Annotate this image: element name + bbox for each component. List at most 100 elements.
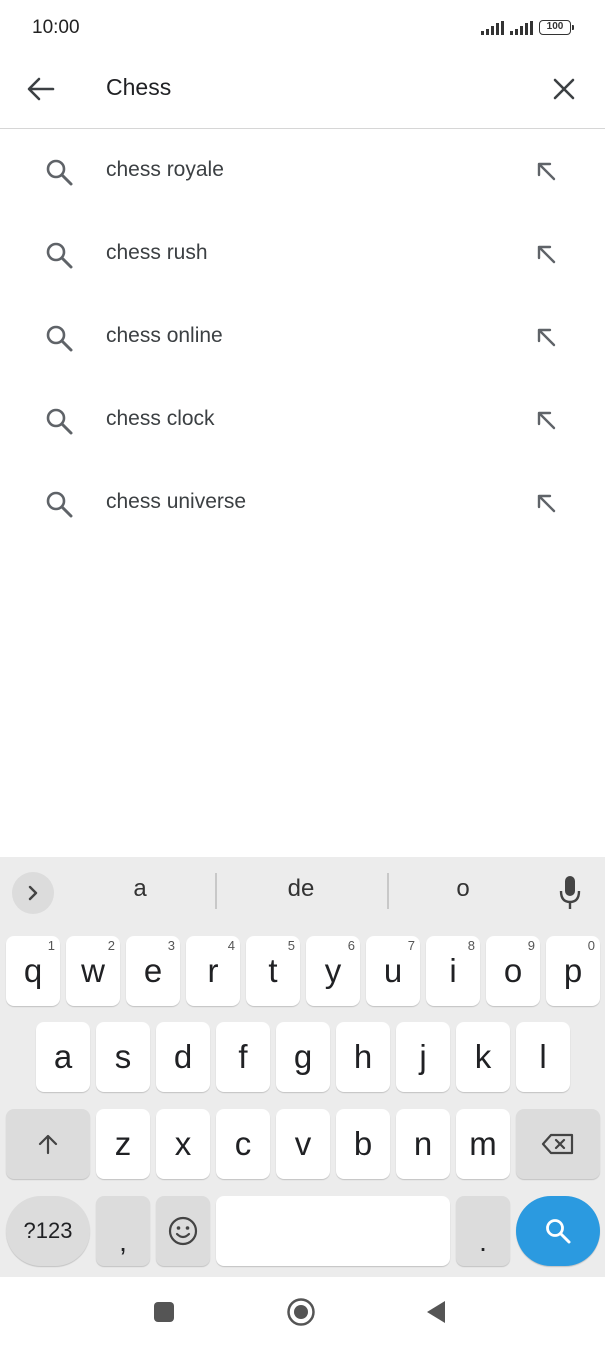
key-y[interactable]: y6 xyxy=(306,936,360,1006)
key-label: w xyxy=(81,952,105,989)
back-triangle-icon[interactable] xyxy=(421,1297,451,1327)
key-l[interactable]: l xyxy=(516,1022,570,1092)
key-v[interactable]: v xyxy=(276,1109,330,1179)
key-label: t xyxy=(268,952,278,989)
arrow-up-left-icon[interactable] xyxy=(530,238,562,270)
search-icon xyxy=(46,408,73,435)
word-suggestion[interactable]: de xyxy=(221,875,381,903)
key-hint: 1 xyxy=(47,938,55,953)
key-label: e xyxy=(143,952,163,989)
arrow-left-icon[interactable] xyxy=(24,72,58,106)
key-label: f xyxy=(238,1038,248,1075)
word-suggestion[interactable]: a xyxy=(60,875,220,903)
key-j[interactable]: j xyxy=(396,1022,450,1092)
key-m[interactable]: m xyxy=(456,1109,510,1179)
key-label: m xyxy=(469,1125,497,1162)
key-hint: 0 xyxy=(587,938,595,953)
key-u[interactable]: u7 xyxy=(366,936,420,1006)
key-i[interactable]: i8 xyxy=(426,936,480,1006)
key-label: u xyxy=(383,952,403,989)
key-e[interactable]: e3 xyxy=(126,936,180,1006)
close-icon[interactable] xyxy=(547,72,581,106)
backspace-key[interactable] xyxy=(516,1109,600,1179)
period-key[interactable]: . xyxy=(456,1196,510,1266)
word-suggestion[interactable]: o xyxy=(383,875,543,903)
key-h[interactable]: h xyxy=(336,1022,390,1092)
key-b[interactable]: b xyxy=(336,1109,390,1179)
recents-square-icon[interactable] xyxy=(149,1297,179,1327)
home-circle-icon[interactable] xyxy=(286,1297,316,1327)
status-bar: 10:00 100 xyxy=(0,0,605,58)
key-f[interactable]: f xyxy=(216,1022,270,1092)
keyboard-toolbar: a de o xyxy=(0,857,605,929)
suggestion-item[interactable]: chess rush xyxy=(0,213,605,296)
key-label: , xyxy=(119,1226,127,1257)
key-label: . xyxy=(479,1226,487,1257)
suggestion-label: chess clock xyxy=(106,407,215,430)
status-time: 10:00 xyxy=(32,17,80,38)
key-w[interactable]: w2 xyxy=(66,936,120,1006)
suggestion-label: chess royale xyxy=(106,158,224,181)
key-z[interactable]: z xyxy=(96,1109,150,1179)
key-label: o xyxy=(503,952,523,989)
suggestion-item[interactable]: chess online xyxy=(0,296,605,379)
key-k[interactable]: k xyxy=(456,1022,510,1092)
suggestion-item[interactable]: chess universe xyxy=(0,462,605,545)
emoji-key[interactable] xyxy=(156,1196,210,1266)
suggestion-label: chess universe xyxy=(106,490,247,513)
key-label: c xyxy=(234,1125,252,1162)
key-label: ?123 xyxy=(23,1218,73,1243)
arrow-up-left-icon[interactable] xyxy=(530,155,562,187)
key-label: n xyxy=(413,1125,433,1162)
suggestion-label: chess online xyxy=(106,324,223,347)
shift-key[interactable] xyxy=(6,1109,90,1179)
space-key[interactable] xyxy=(216,1196,450,1266)
search-header: Chess xyxy=(0,58,605,129)
search-icon xyxy=(46,159,73,186)
signal-icon xyxy=(481,21,504,35)
key-d[interactable]: d xyxy=(156,1022,210,1092)
navigation-bar xyxy=(0,1277,605,1346)
search-icon xyxy=(46,325,73,352)
key-label: r xyxy=(207,952,219,989)
key-label: d xyxy=(173,1038,193,1075)
suggestion-list: chess royale chess rush chess online che… xyxy=(0,130,605,545)
key-label: a xyxy=(53,1038,73,1075)
chevron-right-icon[interactable] xyxy=(12,872,54,914)
signal-icon xyxy=(510,21,533,35)
smiley-icon xyxy=(168,1216,198,1246)
key-t[interactable]: t5 xyxy=(246,936,300,1006)
key-label: j xyxy=(419,1038,427,1075)
key-hint: 7 xyxy=(407,938,415,953)
key-label: q xyxy=(23,952,43,989)
key-p[interactable]: p0 xyxy=(546,936,600,1006)
key-label: h xyxy=(353,1038,373,1075)
key-r[interactable]: r4 xyxy=(186,936,240,1006)
key-a[interactable]: a xyxy=(36,1022,90,1092)
key-s[interactable]: s xyxy=(96,1022,150,1092)
arrow-up-left-icon[interactable] xyxy=(530,321,562,353)
key-o[interactable]: o9 xyxy=(486,936,540,1006)
backspace-icon xyxy=(541,1133,574,1155)
microphone-icon[interactable] xyxy=(557,873,583,913)
key-g[interactable]: g xyxy=(276,1022,330,1092)
key-hint: 3 xyxy=(167,938,175,953)
key-hint: 8 xyxy=(467,938,475,953)
key-n[interactable]: n xyxy=(396,1109,450,1179)
symbols-key[interactable]: ?123 xyxy=(6,1196,90,1266)
search-action-key[interactable] xyxy=(516,1196,600,1266)
key-hint: 5 xyxy=(287,938,295,953)
suggestion-item[interactable]: chess clock xyxy=(0,379,605,462)
arrow-up-left-icon[interactable] xyxy=(530,487,562,519)
key-c[interactable]: c xyxy=(216,1109,270,1179)
search-input[interactable]: Chess xyxy=(106,74,171,101)
key-label: l xyxy=(539,1038,547,1075)
comma-key[interactable]: , xyxy=(96,1196,150,1266)
key-q[interactable]: q1 xyxy=(6,936,60,1006)
key-hint: 6 xyxy=(347,938,355,953)
key-hint: 2 xyxy=(107,938,115,953)
arrow-up-left-icon[interactable] xyxy=(530,404,562,436)
key-x[interactable]: x xyxy=(156,1109,210,1179)
suggestion-item[interactable]: chess royale xyxy=(0,130,605,213)
search-icon xyxy=(546,1219,571,1244)
